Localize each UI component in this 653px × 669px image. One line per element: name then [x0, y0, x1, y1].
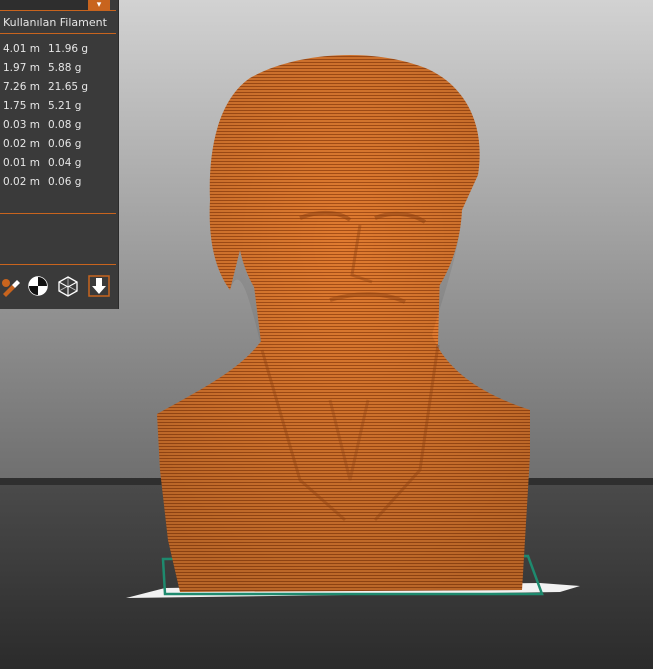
divider [0, 10, 116, 11]
divider [0, 264, 116, 265]
download-icon[interactable] [88, 275, 110, 297]
table-row: 1.97 m 5.88 g [3, 61, 82, 74]
extruder-dropdown[interactable] [0, 0, 88, 10]
filament-usage-panel: ▾ Kullanılan Filament 4.01 m 11.96 g 1.97… [0, 0, 118, 309]
filament-table: 4.01 m 11.96 g 1.97 m 5.88 g 7.26 m 21.65 g… [3, 39, 88, 191]
table-row: 0.02 m 0.06 g [3, 137, 82, 150]
table-row: 0.01 m 0.04 g [3, 156, 82, 169]
cube-wireframe-icon[interactable] [57, 275, 79, 297]
panel-title: Kullanılan Filament [3, 16, 107, 29]
paint-icon[interactable] [0, 275, 22, 297]
table-row: 0.02 m 0.06 g [3, 175, 82, 188]
table-row: 0.03 m 0.08 g [3, 118, 82, 131]
contrast-icon[interactable] [27, 275, 49, 297]
table-row: 7.26 m 21.65 g [3, 80, 89, 93]
divider [0, 33, 116, 34]
divider [0, 213, 116, 214]
chevron-down-icon[interactable]: ▾ [88, 0, 110, 10]
table-row: 4.01 m 11.96 g [3, 42, 89, 55]
table-row: 1.75 m 5.21 g [3, 99, 82, 112]
